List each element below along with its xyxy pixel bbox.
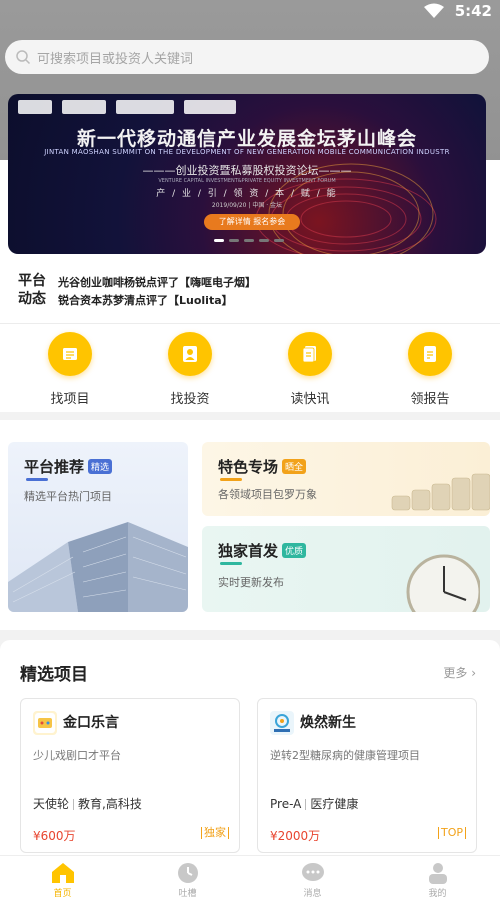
card-title: 特色专场 晒全 (218, 456, 307, 477)
quick-actions: 找项目 找投资 读快讯 领报告 (0, 324, 500, 412)
home-icon (51, 863, 74, 883)
card-desc: 实时更新发布 (218, 576, 284, 589)
banner-dot[interactable] (229, 239, 239, 242)
category-cards: 平台推荐 精选 精选平台热门项目 特色专场 晒全 各领域项目包罗万象 独家首发 … (0, 420, 500, 630)
quick-action-label: 读快讯 (290, 392, 330, 407)
news-label: 平台动态 (18, 273, 46, 307)
banner-title: 新一代移动通信产业发展金坛茅山峰会 (76, 128, 417, 150)
banner-subtitle: ———创业投资暨私募股权投资论坛——— (142, 164, 352, 177)
card-title-text: 特色专场 (218, 458, 279, 476)
card-platform-recommend[interactable]: 平台推荐 精选 精选平台热门项目 (8, 442, 188, 612)
banner-dot[interactable] (259, 239, 269, 242)
banner-subtitle2-en: VENTURE CAPITAL INVESTMENT&PRIVATE EQUIT… (158, 178, 336, 184)
search-icon (16, 50, 31, 65)
tab-label: 首页 (53, 889, 72, 899)
project-field: 教育,高科技 (78, 797, 142, 811)
quick-action-label: 领报告 (410, 392, 450, 407)
project-desc: 少儿戏剧口才平台 (33, 749, 121, 762)
project-stage: 天使轮 教育,高科技 (33, 795, 142, 812)
quick-action-find-investor[interactable]: 找投资 (140, 324, 240, 412)
search-placeholder: 可搜索项目或投资人关键词 (37, 51, 194, 67)
project-name: 焕然新生 (300, 715, 356, 731)
project-field: 医疗健康 (310, 797, 359, 811)
news-item[interactable]: 锐合资本苏梦清点评了【Luolita】 (58, 292, 233, 308)
card-accent-bar (220, 562, 242, 565)
tab-label: 消息 (303, 889, 322, 899)
clock-illustration (406, 554, 480, 612)
project-card[interactable]: 金口乐言 少儿戏剧口才平台 天使轮 教育,高科技 ¥600万 独家 (20, 698, 240, 853)
banner-tags: 产 / 业 / 引 / 领 资 / 本 / 赋 / 能 (156, 189, 338, 199)
sponsor-logos (18, 100, 236, 114)
chevron-right-icon: › (471, 666, 476, 680)
project-name: 金口乐言 (63, 715, 119, 731)
project-round: 天使轮 (33, 797, 70, 811)
coins-illustration (391, 473, 490, 511)
card-tag: 晒全 (282, 459, 307, 474)
card-title: 独家首发 优质 (218, 540, 307, 561)
project-badge: TOP (437, 827, 466, 839)
investor-icon (168, 332, 212, 376)
report-icon (408, 332, 452, 376)
clock-icon (177, 863, 198, 883)
banner-pagination[interactable] (214, 239, 284, 242)
tab-home[interactable]: 首页 (0, 856, 125, 900)
banner-signup-button[interactable]: 了解详情 报名参会 (204, 214, 300, 230)
project-logo (270, 711, 294, 735)
project-badge: 独家 (201, 827, 229, 839)
section-title: 精选项目 (20, 665, 88, 685)
banner-dot[interactable] (274, 239, 284, 242)
project-logo (33, 711, 57, 735)
card-accent-bar (220, 478, 242, 481)
platform-news: 平台动态 光谷创业咖啡杨锐点评了【嗨哐电子烟】 锐合资本苏梦清点评了【Luoli… (0, 268, 500, 323)
tab-label: 吐槽 (178, 889, 197, 899)
news-doc-icon (288, 332, 332, 376)
tab-profile[interactable]: 我的 (375, 856, 500, 900)
project-amount: ¥600万 (33, 829, 76, 843)
project-stage: Pre-A 医疗健康 (270, 795, 358, 812)
project-card[interactable]: 焕然新生 逆转2型糖尿病的健康管理项目 Pre-A 医疗健康 ¥2000万 TOP (257, 698, 477, 853)
bottom-tab-bar: 首页 吐槽 消息 我的 (0, 855, 500, 900)
status-time: 5:42 (454, 2, 492, 20)
search-input[interactable]: 可搜索项目或投资人关键词 (5, 40, 489, 74)
tab-label: 我的 (428, 889, 447, 899)
banner-dot[interactable] (244, 239, 254, 242)
banner-date: 2019/09/20 | 中国 · 金坛 (211, 202, 283, 209)
card-accent-bar (26, 478, 48, 481)
card-title-text: 独家首发 (218, 542, 279, 560)
separator (305, 799, 307, 810)
card-tag: 精选 (88, 459, 113, 474)
card-tag: 优质 (282, 543, 307, 558)
user-icon (428, 863, 447, 884)
message-icon (301, 863, 324, 881)
banner-subtitle-en: JINTAN MAOSHAN SUMMIT ON THE DEVELOPMENT… (44, 148, 450, 156)
card-desc: 精选平台热门项目 (24, 490, 112, 503)
wifi-icon (424, 3, 444, 18)
banner-dot[interactable] (214, 239, 224, 242)
card-title-text: 平台推荐 (24, 458, 85, 476)
project-round: Pre-A (270, 797, 302, 811)
more-label: 更多 (443, 666, 468, 680)
featured-projects: 精选项目 更多 › 金口乐言 少儿戏剧口才平台 天使轮 教育,高科技 ¥600万 … (0, 640, 500, 855)
card-desc: 各领域项目包罗万象 (218, 488, 317, 501)
project-desc: 逆转2型糖尿病的健康管理项目 (270, 749, 420, 762)
quick-action-label: 找投资 (170, 392, 210, 407)
separator (73, 799, 75, 810)
news-item[interactable]: 光谷创业咖啡杨锐点评了【嗨哐电子烟】 (58, 274, 256, 290)
more-link[interactable]: 更多 › (443, 664, 476, 681)
card-exclusive-launch[interactable]: 独家首发 优质 实时更新发布 (202, 526, 490, 612)
quick-action-label: 找项目 (50, 392, 90, 407)
quick-action-read-news[interactable]: 读快讯 (260, 324, 360, 412)
project-amount: ¥2000万 (270, 829, 321, 843)
status-bar: 5:42 (0, 0, 500, 24)
quick-action-get-report[interactable]: 领报告 (380, 324, 480, 412)
tab-complaint[interactable]: 吐槽 (125, 856, 250, 900)
tab-messages[interactable]: 消息 (250, 856, 375, 900)
project-list-icon (48, 332, 92, 376)
card-title: 平台推荐 精选 (24, 456, 113, 477)
card-featured-special[interactable]: 特色专场 晒全 各领域项目包罗万象 (202, 442, 490, 516)
building-illustration (8, 522, 188, 612)
quick-action-find-project[interactable]: 找项目 (20, 324, 120, 412)
promo-banner[interactable]: 新一代移动通信产业发展金坛茅山峰会 JINTAN MAOSHAN SUMMIT … (8, 94, 486, 254)
